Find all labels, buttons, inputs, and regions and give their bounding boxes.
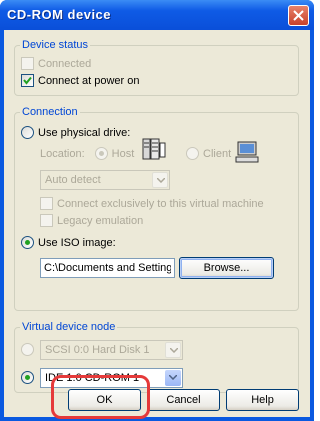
- device-status-legend: Device status: [20, 39, 91, 51]
- help-button[interactable]: Help: [226, 389, 299, 411]
- title-bar[interactable]: CD-ROM device: [0, 0, 314, 30]
- location-label: Location:: [40, 147, 85, 160]
- checkmark-icon: [23, 76, 32, 85]
- client-computer-icon: [235, 141, 259, 163]
- scsi-select[interactable]: SCSI 0:0 Hard Disk 1: [40, 340, 183, 360]
- dialog-window: CD-ROM device Device status Connected Co…: [0, 0, 314, 421]
- exclusive-checkbox[interactable]: [40, 197, 53, 210]
- iso-row: Use ISO image:: [21, 236, 116, 249]
- host-computer-icon: [142, 138, 166, 160]
- scsi-select-arrow[interactable]: [165, 342, 181, 358]
- close-button[interactable]: [288, 5, 309, 26]
- device-status-group: Device status Connected Connect at power…: [14, 39, 299, 96]
- radio-selected-dot: [25, 375, 30, 380]
- radio-selected-dot: [25, 240, 30, 245]
- connected-checkbox[interactable]: [21, 57, 34, 70]
- ide-radio[interactable]: [21, 371, 34, 384]
- connected-label: Connected: [38, 57, 92, 70]
- legacy-label: Legacy emulation: [57, 214, 144, 227]
- chevron-down-icon: [170, 348, 178, 353]
- drive-select-arrow[interactable]: [152, 172, 168, 188]
- client-label: Client: [203, 147, 232, 160]
- physical-drive-label: Use physical drive:: [38, 126, 131, 139]
- dialog-body: Device status Connected Connect at power…: [4, 30, 310, 417]
- exclusive-label: Connect exclusively to this virtual mach…: [57, 197, 264, 210]
- physical-drive-radio[interactable]: [21, 126, 34, 139]
- cancel-button[interactable]: Cancel: [147, 389, 220, 411]
- physical-drive-row: Use physical drive:: [21, 126, 130, 139]
- scsi-select-value: SCSI 0:0 Hard Disk 1: [45, 344, 150, 356]
- chevron-down-icon: [157, 178, 165, 183]
- legacy-checkbox[interactable]: [40, 214, 53, 227]
- ok-button-highlight: [51, 375, 150, 419]
- client-radio[interactable]: [186, 147, 199, 160]
- location-row: Location: Host: [40, 147, 134, 160]
- drive-select[interactable]: Auto detect: [40, 170, 170, 190]
- iso-path-input[interactable]: [40, 258, 175, 278]
- connected-checkbox-row: Connected: [21, 57, 91, 70]
- chevron-down-icon: [169, 375, 177, 380]
- scsi-radio[interactable]: [21, 343, 34, 356]
- exclusive-row: Connect exclusively to this virtual mach…: [40, 197, 264, 210]
- connection-legend: Connection: [20, 106, 80, 118]
- connect-power-label: Connect at power on: [38, 74, 140, 87]
- drive-select-value: Auto detect: [45, 174, 101, 186]
- iso-radio[interactable]: [21, 236, 34, 249]
- connect-power-row: Connect at power on: [21, 74, 140, 87]
- host-label: Host: [111, 147, 135, 160]
- iso-label: Use ISO image:: [38, 236, 116, 249]
- window-title: CD-ROM device: [7, 7, 112, 22]
- browse-button[interactable]: Browse...: [179, 257, 274, 279]
- legacy-row: Legacy emulation: [40, 214, 143, 227]
- close-icon: [293, 10, 304, 21]
- iso-path-field[interactable]: [41, 259, 174, 277]
- host-radio[interactable]: [94, 147, 108, 160]
- radio-selected-dot: [98, 151, 104, 156]
- connection-group: Connection Use physical drive: Location:…: [14, 106, 299, 311]
- ide-select-arrow[interactable]: [165, 370, 181, 386]
- ide-row: [21, 371, 38, 384]
- scsi-row: [21, 343, 38, 356]
- virtual-node-legend: Virtual device node: [20, 321, 118, 333]
- client-row: Client: [186, 147, 231, 160]
- connect-at-power-on-checkbox[interactable]: [21, 74, 34, 87]
